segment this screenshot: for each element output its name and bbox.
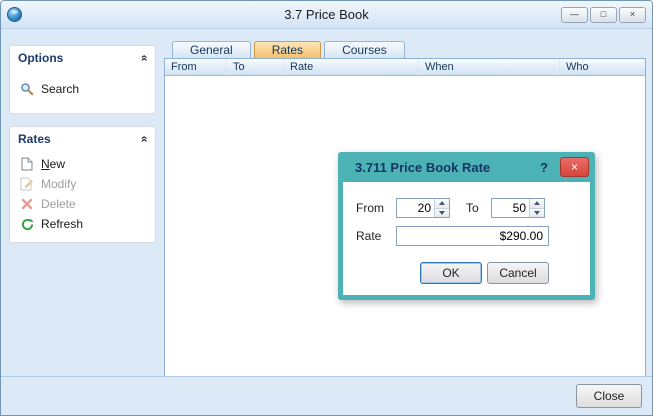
refresh-icon [20, 217, 34, 231]
sidebar-item-label: Refresh [41, 217, 83, 231]
minimize-button[interactable]: — [561, 7, 588, 23]
rates-panel-header[interactable]: Rates » [10, 127, 155, 150]
table-header-row: From To Rate When Who [165, 59, 645, 76]
close-button[interactable]: Close [576, 384, 642, 408]
window-close-button[interactable]: × [619, 7, 646, 23]
to-label: To [466, 201, 491, 215]
sidebar-item-label: Search [41, 82, 79, 96]
rates-panel: Rates » New Modify [9, 126, 156, 243]
sidebar-item-modify[interactable]: Modify [18, 174, 147, 194]
tab-strip: General Rates Courses [172, 41, 646, 58]
price-book-rate-dialog: 3.711 Price Book Rate ? × From To [338, 152, 595, 300]
ok-button[interactable]: OK [420, 262, 482, 284]
collapse-chevron-icon[interactable]: » [137, 136, 151, 143]
column-header-from[interactable]: From [165, 59, 227, 75]
options-panel-body: Search [10, 69, 155, 113]
column-header-to[interactable]: To [227, 59, 284, 75]
from-stepper [396, 198, 450, 218]
sidebar-item-label: New [41, 157, 65, 171]
help-icon[interactable]: ? [540, 160, 548, 175]
column-header-who[interactable]: Who [560, 59, 645, 75]
to-spinners [529, 199, 544, 217]
to-input[interactable] [492, 199, 529, 217]
rates-panel-title: Rates [18, 132, 51, 146]
sidebar-item-delete[interactable]: Delete [18, 194, 147, 214]
delete-icon [20, 197, 34, 211]
rate-input[interactable] [396, 226, 549, 246]
cancel-button[interactable]: Cancel [487, 262, 549, 284]
dialog-buttons: OK Cancel [356, 262, 577, 284]
from-to-row: From To [356, 198, 577, 218]
maximize-button[interactable]: □ [590, 7, 617, 23]
to-spin-up-icon[interactable] [530, 199, 544, 208]
dialog-close-button[interactable]: × [560, 157, 589, 177]
dialog-body: From To Rate [343, 182, 590, 295]
sidebar: Options » Search Rates » [9, 45, 156, 255]
window-title: 3.7 Price Book [1, 7, 652, 22]
price-book-window: 3.7 Price Book — □ × Options » Search [0, 0, 653, 416]
rate-row: Rate [356, 226, 577, 246]
from-spinners [434, 199, 449, 217]
sidebar-item-refresh[interactable]: Refresh [18, 214, 147, 234]
sidebar-item-label: Modify [41, 177, 76, 191]
column-header-when[interactable]: When [419, 59, 560, 75]
from-spin-up-icon[interactable] [435, 199, 449, 208]
edit-icon [20, 177, 34, 191]
collapse-chevron-icon[interactable]: » [137, 55, 151, 62]
tab-courses[interactable]: Courses [324, 41, 405, 58]
rate-label: Rate [356, 229, 396, 243]
from-input[interactable] [397, 199, 434, 217]
to-spin-down-icon[interactable] [530, 208, 544, 218]
rates-panel-body: New Modify Delete [10, 150, 155, 242]
options-panel-header[interactable]: Options » [10, 46, 155, 69]
tab-general[interactable]: General [172, 41, 251, 58]
dialog-titlebar: 3.711 Price Book Rate ? × [338, 152, 595, 182]
column-header-rate[interactable]: Rate [284, 59, 419, 75]
from-spin-down-icon[interactable] [435, 208, 449, 218]
tab-rates[interactable]: Rates [254, 41, 321, 58]
footer-bar: Close [1, 376, 652, 415]
window-controls: — □ × [561, 7, 646, 23]
options-panel: Options » Search [9, 45, 156, 114]
dialog-title: 3.711 Price Book Rate [355, 160, 540, 175]
from-label: From [356, 201, 396, 215]
sidebar-item-search[interactable]: Search [18, 79, 147, 99]
app-icon [7, 7, 22, 22]
search-icon [20, 82, 34, 96]
options-panel-title: Options [18, 51, 63, 65]
titlebar: 3.7 Price Book — □ × [1, 1, 652, 29]
sidebar-item-label: Delete [41, 197, 76, 211]
sidebar-item-new[interactable]: New [18, 154, 147, 174]
new-document-icon [20, 157, 34, 171]
to-stepper [491, 198, 545, 218]
